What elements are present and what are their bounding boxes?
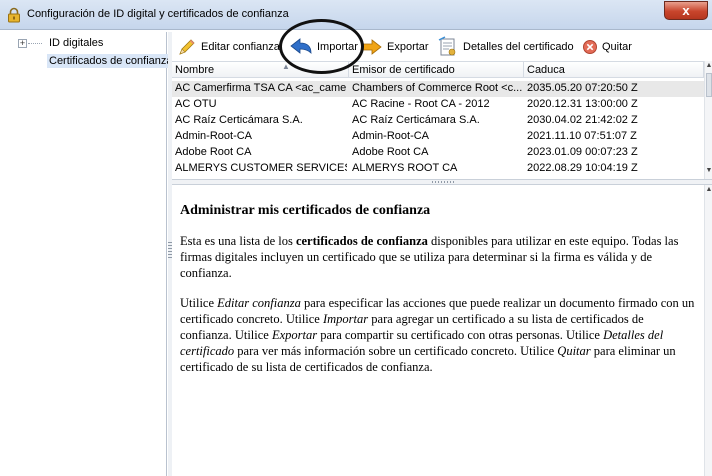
edit-trust-button[interactable]: Editar confianza xyxy=(177,36,280,58)
splitter-grip[interactable] xyxy=(432,181,454,183)
lock-icon xyxy=(6,7,22,23)
table-row[interactable]: Admin-Root-CA Admin-Root-CA 2021.11.10 0… xyxy=(172,129,704,145)
italic-run: Editar confianza xyxy=(217,296,301,310)
cell-name: AC Raíz Certicámara S.A. xyxy=(175,114,303,126)
cell-issuer: Admin-Root-CA xyxy=(352,130,430,142)
scroll-down-icon[interactable]: ▼ xyxy=(705,167,712,174)
text-run: Utilice xyxy=(180,296,218,310)
certificate-details-label: Detalles del certificado xyxy=(463,41,574,53)
cell-expires: 2020.12.31 13:00:00 Z xyxy=(527,98,638,110)
pencil-icon xyxy=(179,39,195,55)
text-run: para compartir su certificado con otras … xyxy=(317,328,604,342)
description-scrollbar[interactable]: ▲ xyxy=(704,185,712,476)
import-button[interactable]: Importar xyxy=(289,36,358,58)
cell-issuer: Adobe Root CA xyxy=(352,146,429,158)
title-bar: Configuración de ID digital y certificad… xyxy=(0,0,712,30)
sidebar-item-trusted-certificates[interactable]: Certificados de confianza xyxy=(47,54,168,68)
scroll-up-icon[interactable]: ▲ xyxy=(705,62,712,69)
column-header-name[interactable]: Nombre xyxy=(175,64,214,76)
description-heading: Administrar mis certificados de confianz… xyxy=(180,203,431,218)
close-button[interactable]: x xyxy=(664,1,708,20)
export-arrow-icon xyxy=(362,39,382,55)
cell-issuer: AC Raíz Certicámara S.A. xyxy=(352,114,480,126)
certificates-table: Nombre ▲ Emisor de certificado Caduca AC… xyxy=(172,61,704,179)
sort-ascending-icon: ▲ xyxy=(282,62,290,71)
remove-icon xyxy=(583,40,597,54)
export-label: Exportar xyxy=(387,41,429,53)
text-run: Esta es una lista de los xyxy=(180,234,296,248)
bold-run: certificados de confianza xyxy=(295,234,428,248)
table-scrollbar[interactable]: ▲ ▼ xyxy=(704,61,712,179)
cell-name: AC Camerfirma TSA CA <ac_came... xyxy=(175,82,347,94)
cell-expires: 2035.05.20 07:20:50 Z xyxy=(527,82,638,94)
text-run: para ver más información sobre un certif… xyxy=(234,344,558,358)
table-row[interactable]: ALMERYS CUSTOMER SERVICES C... ALMERYS R… xyxy=(172,161,704,177)
italic-run: Quitar xyxy=(557,344,591,358)
cell-expires: 2021.11.10 07:51:07 Z xyxy=(527,130,637,142)
certificate-details-icon xyxy=(438,36,456,56)
tree-connector xyxy=(28,43,42,44)
cell-name: ALMERYS CUSTOMER SERVICES C... xyxy=(175,162,347,174)
italic-run: Exportar xyxy=(271,328,318,342)
cell-expires: 2030.04.02 21:42:02 Z xyxy=(527,114,638,126)
edit-trust-label: Editar confianza xyxy=(201,41,280,53)
window-title: Configuración de ID digital y certificad… xyxy=(27,8,289,20)
cell-issuer: AC Racine - Root CA - 2012 xyxy=(352,98,490,110)
cell-name: Adobe Root CA xyxy=(175,146,252,158)
sidebar-item-digital-ids[interactable]: ID digitales xyxy=(49,37,103,49)
cell-name: AC OTU xyxy=(175,98,217,110)
cell-name: Admin-Root-CA xyxy=(175,130,253,142)
import-label: Importar xyxy=(317,41,358,53)
column-divider[interactable] xyxy=(348,62,349,78)
cell-issuer: ALMERYS ROOT CA xyxy=(352,162,458,174)
description-panel: Administrar mis certificados de confianz… xyxy=(172,185,704,476)
table-row[interactable]: AC OTU AC Racine - Root CA - 2012 2020.1… xyxy=(172,97,704,113)
import-arrow-icon xyxy=(290,38,312,54)
scroll-up-icon[interactable]: ▲ xyxy=(705,186,712,193)
italic-run: Importar xyxy=(322,312,369,326)
table-row[interactable]: Adobe Root CA Adobe Root CA 2023.01.09 0… xyxy=(172,145,704,161)
table-row[interactable]: AC Camerfirma TSA CA <ac_came... Chamber… xyxy=(172,81,704,97)
description-paragraph-1: Esta es una lista de los certificados de… xyxy=(180,233,698,281)
scrollbar-thumb[interactable] xyxy=(706,73,712,97)
sidebar-tree: + ID digitales Certificados de confianza xyxy=(12,32,168,476)
cell-expires: 2023.01.09 00:07:23 Z xyxy=(527,146,638,158)
export-button[interactable]: Exportar xyxy=(361,36,429,58)
table-header: Nombre ▲ Emisor de certificado Caduca xyxy=(172,61,704,78)
cell-issuer: Chambers of Commerce Root <c... xyxy=(352,82,522,94)
column-header-issuer[interactable]: Emisor de certificado xyxy=(352,64,455,76)
remove-label: Quitar xyxy=(602,41,632,53)
cell-expires: 2022.08.29 10:04:19 Z xyxy=(527,162,638,174)
description-paragraph-2: Utilice Editar confianza para especifica… xyxy=(180,295,698,375)
certificate-details-button[interactable]: Detalles del certificado xyxy=(437,36,574,58)
remove-button[interactable]: Quitar xyxy=(582,36,632,58)
column-divider[interactable] xyxy=(523,62,524,78)
column-header-expires[interactable]: Caduca xyxy=(527,64,565,76)
tree-expand-icon[interactable]: + xyxy=(18,39,27,48)
table-row[interactable]: AC Raíz Certicámara S.A. AC Raíz Certicá… xyxy=(172,113,704,129)
toolbar: Editar confianza Importar Exportar Detal… xyxy=(172,32,712,61)
